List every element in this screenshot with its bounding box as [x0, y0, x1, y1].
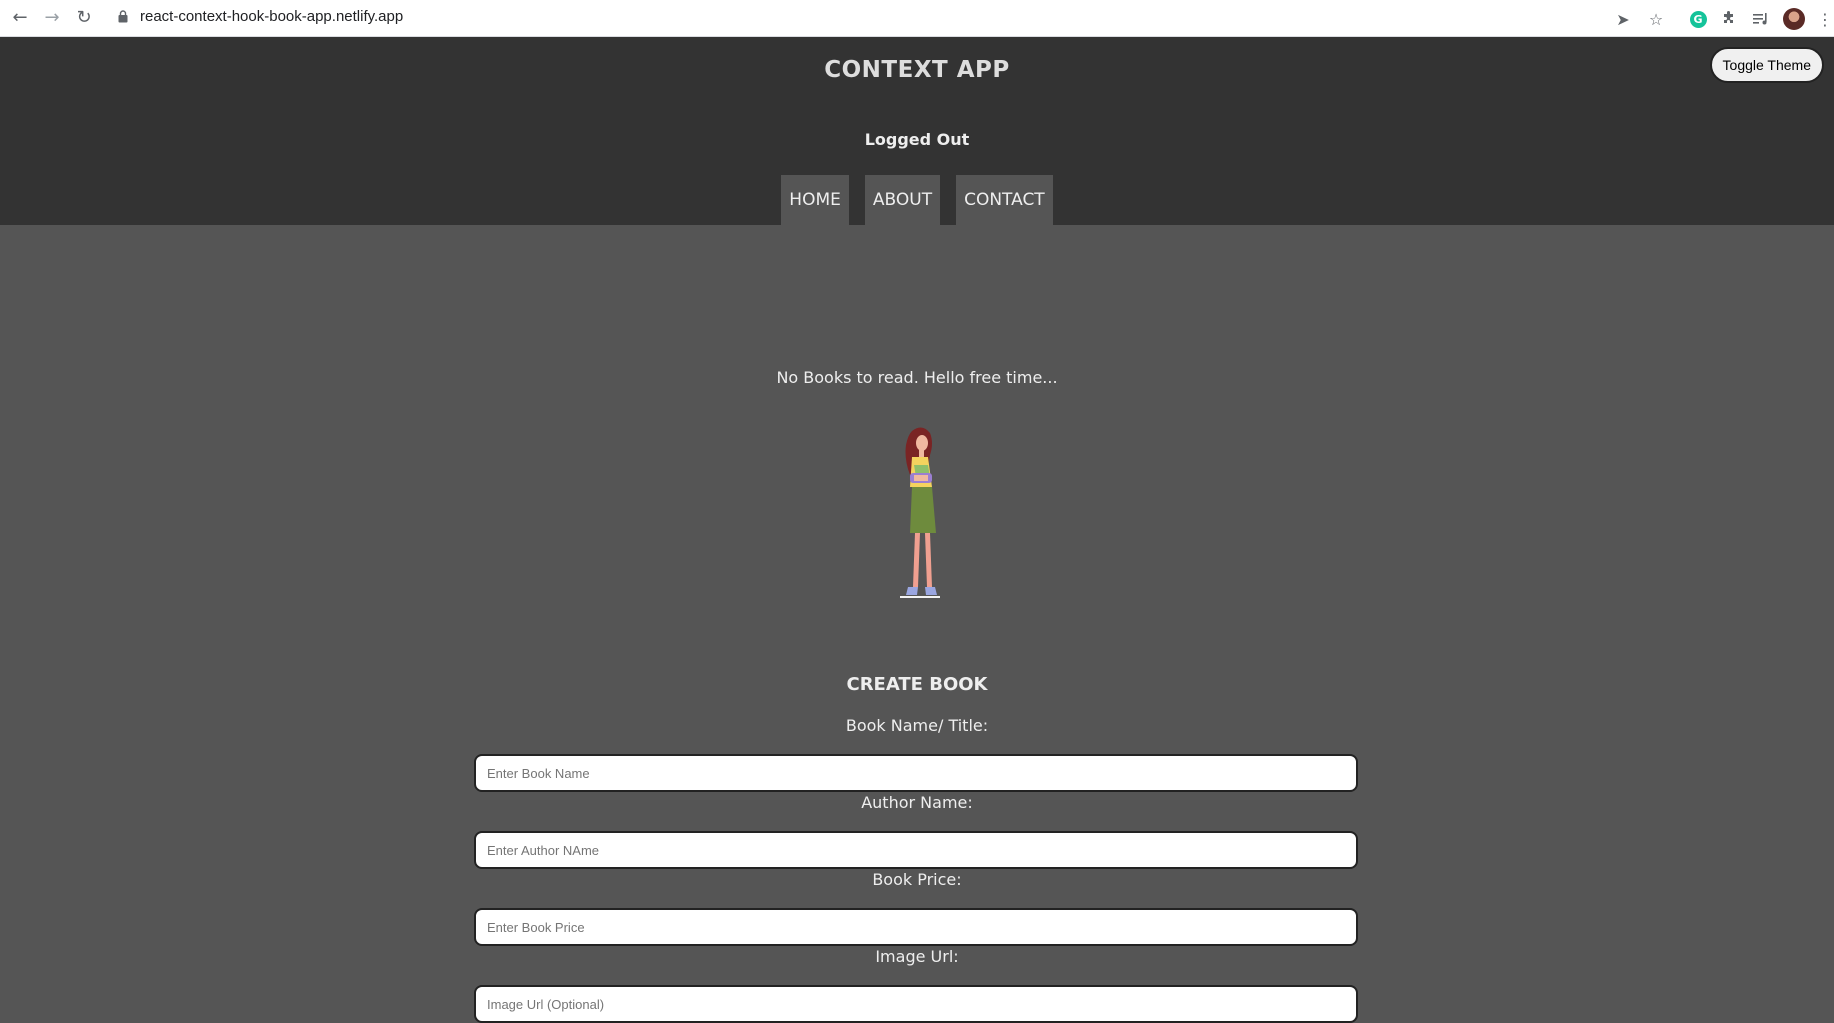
image-url-input[interactable] [474, 985, 1358, 1023]
toggle-theme-button[interactable]: Toggle Theme [1709, 47, 1824, 83]
app-header: CONTEXT APP Logged Out HOME ABOUT CONTAC… [0, 37, 1834, 225]
profile-avatar[interactable] [1781, 6, 1807, 32]
nav-home[interactable]: HOME [781, 175, 849, 225]
media-queue-icon[interactable] [1748, 6, 1774, 32]
book-name-input[interactable] [474, 754, 1358, 792]
image-url-label: Image Url: [875, 947, 959, 966]
send-icon[interactable]: ➤ [1610, 6, 1636, 32]
back-arrow-icon[interactable]: ← [8, 6, 32, 30]
book-price-label: Book Price: [872, 870, 962, 889]
reload-icon[interactable]: ↻ [72, 6, 96, 30]
auth-status: Logged Out [864, 130, 970, 149]
author-name-input[interactable] [474, 831, 1358, 869]
woman-illustration [900, 427, 940, 598]
extensions-icon[interactable] [1716, 6, 1742, 32]
address-bar[interactable]: react-context-hook-book-app.netlify.app [140, 8, 403, 25]
main-nav: HOME ABOUT CONTACT [0, 175, 1834, 225]
create-book-title: CREATE BOOK [846, 674, 988, 695]
app-title: CONTEXT APP [824, 57, 1010, 83]
browser-toolbar: ← → ↻ react-context-hook-book-app.netlif… [0, 0, 1834, 37]
empty-books-message: No Books to read. Hello free time... [776, 368, 1058, 387]
book-price-input[interactable] [474, 908, 1358, 946]
nav-about[interactable]: ABOUT [864, 175, 941, 225]
forward-arrow-icon[interactable]: → [40, 6, 64, 30]
star-icon[interactable]: ☆ [1643, 6, 1669, 32]
grammarly-icon[interactable]: G [1685, 6, 1711, 32]
nav-contact[interactable]: CONTACT [956, 175, 1053, 225]
book-name-label: Book Name/ Title: [845, 716, 989, 735]
more-menu-icon[interactable]: ⋮ [1812, 6, 1834, 32]
lock-icon [118, 10, 128, 23]
main-content: No Books to read. Hello free time... CRE… [0, 225, 1834, 1023]
author-name-label: Author Name: [861, 793, 973, 812]
